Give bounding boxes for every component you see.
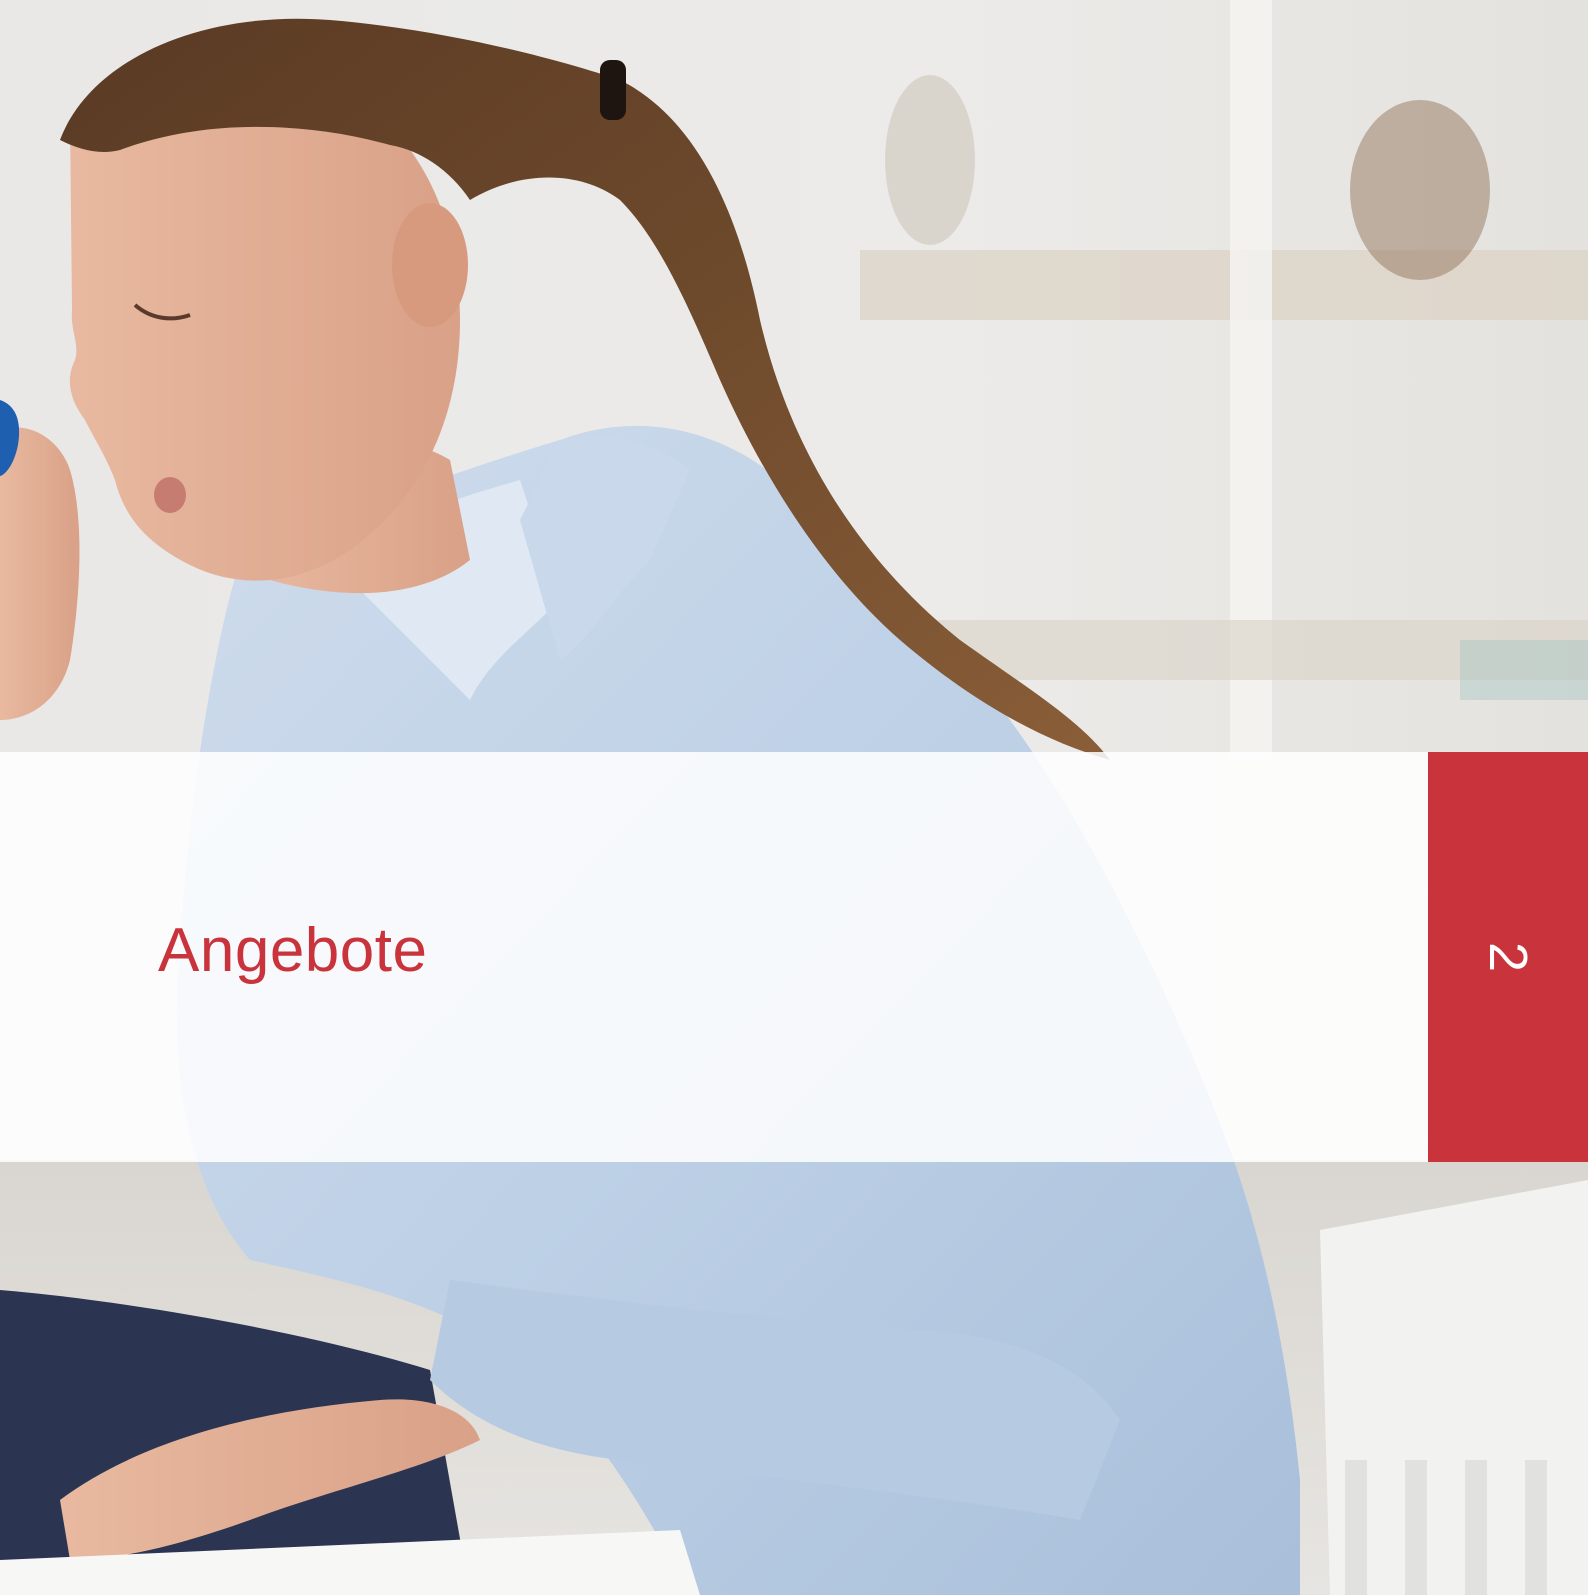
- section-title: Angebote: [158, 916, 428, 985]
- chapter-tab: 2: [1428, 752, 1588, 1162]
- chapter-divider-page: Angebote 2: [0, 0, 1588, 1595]
- chapter-number: 2: [1478, 941, 1538, 973]
